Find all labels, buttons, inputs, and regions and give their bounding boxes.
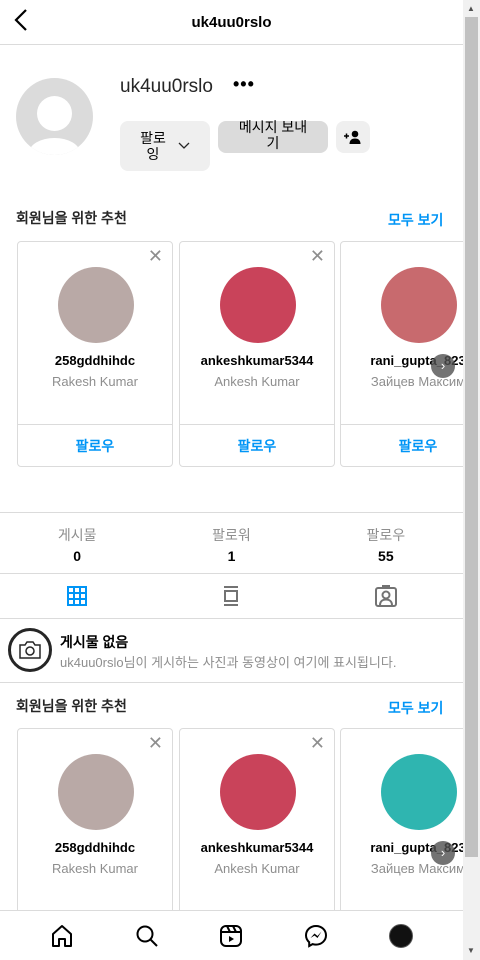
chevron-down-icon [178, 142, 190, 149]
suggestion-full-name: Ankesh Kumar [214, 861, 300, 876]
send-message-button[interactable]: 메시지 보내 기 [218, 119, 328, 153]
stat-following[interactable]: 팔로우 55 [309, 513, 463, 573]
suggestion-avatar[interactable] [381, 267, 457, 343]
suggestion-username[interactable]: ankeshkumar5344 [180, 840, 334, 855]
bottom-nav [0, 910, 463, 960]
next-arrow-icon[interactable]: › [431, 354, 455, 378]
no-posts-title: 게시물 없음 [60, 634, 129, 650]
tab-posts-grid[interactable] [0, 574, 154, 618]
following-label: 팔로 잉 [140, 130, 166, 162]
suggestion-username[interactable]: 258gddhihdc [18, 353, 172, 368]
reels-icon[interactable] [219, 924, 243, 948]
see-all-link[interactable]: 모두 보기 [388, 210, 443, 230]
suggestion-card: ✕ ankeshkumar5344 Ankesh Kumar 팔로우 [179, 241, 335, 467]
stat-followers[interactable]: 팔로워 1 [154, 513, 308, 573]
suggestion-avatar[interactable] [58, 267, 134, 343]
add-person-icon [344, 130, 361, 144]
suggestion-avatar[interactable] [58, 754, 134, 830]
follow-button[interactable]: 팔로우 [180, 436, 334, 456]
next-arrow-icon[interactable]: › [431, 841, 455, 865]
suggestions-carousel: ✕ 258gddhihdc Rakesh Kumar 팔로우 ✕ ankeshk… [17, 241, 463, 467]
send-message-label: 메시지 보내 기 [238, 119, 308, 151]
tab-tagged[interactable] [309, 574, 463, 618]
search-icon[interactable] [135, 924, 159, 948]
messenger-icon[interactable] [304, 924, 328, 948]
dismiss-icon[interactable]: ✕ [310, 733, 325, 754]
profile-page: uk4uu0rslo uk4uu0rslo ••• 팔로 잉 메시지 보내 기 … [0, 0, 463, 960]
feed-icon [224, 586, 239, 606]
dismiss-icon[interactable]: ✕ [148, 246, 163, 267]
profile-username: uk4uu0rslo [120, 76, 213, 97]
top-bar: uk4uu0rslo [0, 0, 463, 45]
suggestion-full-name: Ankesh Kumar [214, 374, 300, 389]
follow-button[interactable]: 팔로우 [341, 436, 463, 456]
page-title: uk4uu0rslo [191, 13, 272, 31]
suggestion-avatar[interactable] [220, 267, 296, 343]
suggestion-full-name: Rakesh Kumar [52, 861, 138, 876]
dismiss-icon[interactable]: ✕ [148, 733, 163, 754]
profile-avatar-icon[interactable] [388, 923, 413, 948]
scrollbar[interactable]: ▲ ▼ [463, 0, 480, 960]
scroll-down-arrow-icon[interactable]: ▼ [467, 946, 475, 955]
tab-feed[interactable] [154, 574, 308, 618]
scrollbar-thumb[interactable] [465, 17, 478, 857]
scroll-up-arrow-icon[interactable]: ▲ [467, 4, 475, 13]
profile-tabs [0, 574, 463, 619]
profile-avatar[interactable] [16, 78, 93, 155]
no-posts-subtitle: uk4uu0rslo님이 게시하는 사진과 동영상이 여기에 표시됩니다. [60, 655, 397, 670]
suggestions-heading: 회원님을 위한 추천 [16, 698, 127, 714]
suggest-people-button[interactable] [336, 121, 370, 153]
home-icon[interactable] [50, 924, 74, 948]
stat-posts: 게시물 0 [57, 527, 97, 564]
camera-icon [8, 628, 52, 672]
suggestion-card: ✕ 258gddhihdc Rakesh Kumar 팔로우 [17, 241, 173, 467]
suggestions-heading: 회원님을 위한 추천 [16, 210, 127, 226]
suggestion-avatar[interactable] [220, 754, 296, 830]
suggestion-avatar[interactable] [381, 754, 457, 830]
back-chevron-icon[interactable] [14, 8, 28, 39]
suggestion-username[interactable]: ankeshkumar5344 [180, 353, 334, 368]
more-options-icon[interactable]: ••• [233, 74, 255, 95]
see-all-link[interactable]: 모두 보기 [388, 698, 443, 718]
suggestion-username[interactable]: 258gddhihdc [18, 840, 172, 855]
grid-icon [67, 586, 88, 606]
suggestion-full-name: Rakesh Kumar [52, 374, 138, 389]
dismiss-icon[interactable]: ✕ [310, 246, 325, 267]
tagged-person-icon [374, 585, 397, 607]
following-button[interactable]: 팔로 잉 [120, 121, 210, 171]
follow-button[interactable]: 팔로우 [18, 436, 172, 456]
profile-stats: 게시물 0 팔로워 1 팔로우 55 [0, 512, 463, 574]
